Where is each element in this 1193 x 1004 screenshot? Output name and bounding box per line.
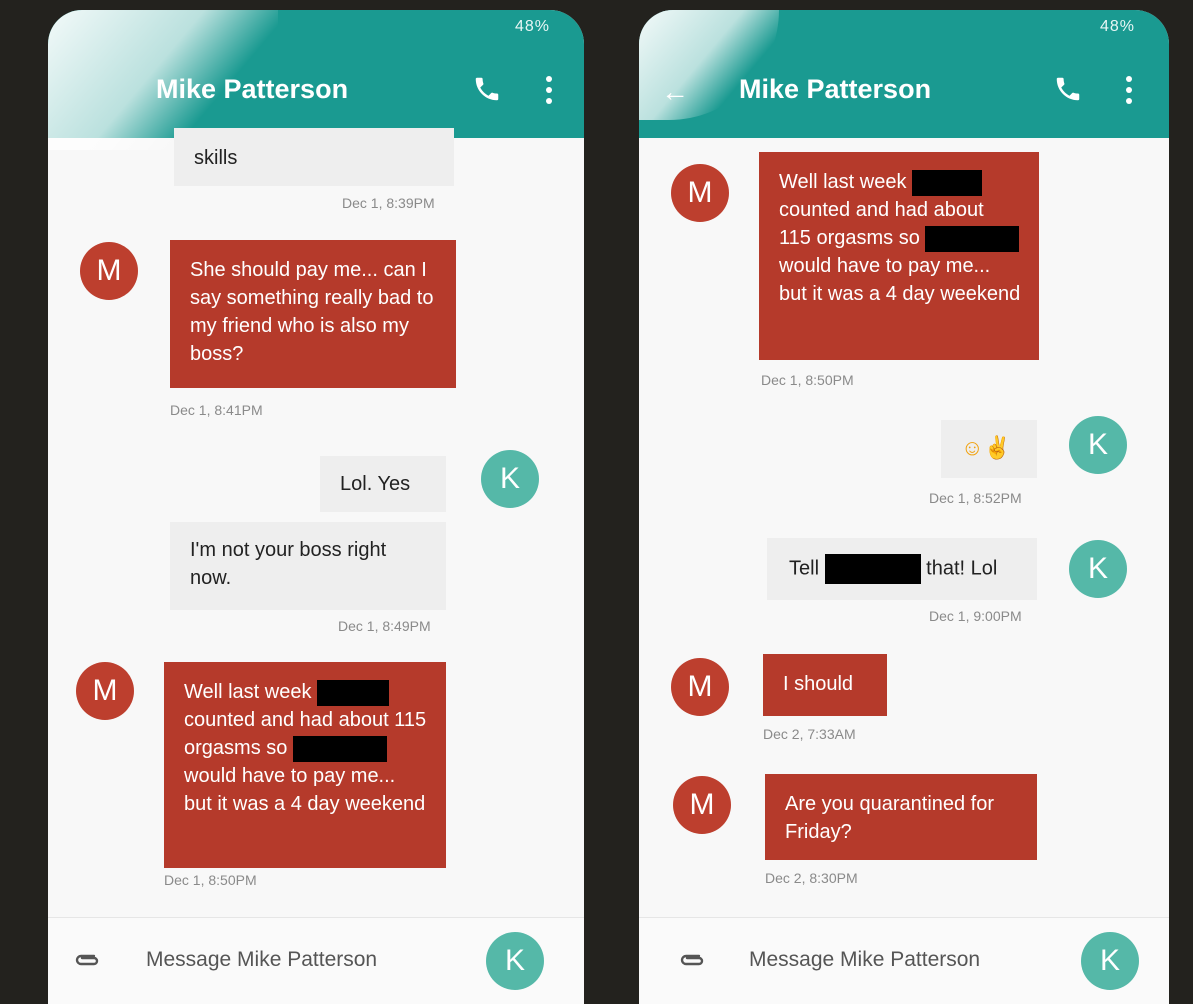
message-text: Well last week	[184, 681, 312, 703]
timestamp: Dec 1, 8:49PM	[338, 618, 431, 634]
attachment-icon[interactable]	[74, 950, 100, 970]
timestamp: Dec 1, 8:50PM	[164, 872, 257, 888]
emoji-sticker-icon: ☺✌	[961, 435, 1011, 460]
timestamp: Dec 1, 8:50PM	[761, 372, 854, 388]
send-avatar-k[interactable]: K	[486, 932, 544, 990]
message-text: I should	[783, 673, 854, 695]
message-bubble-outgoing: I'm not your boss right now.	[170, 522, 446, 610]
message-bubble-incoming: She should pay me... can I say something…	[170, 240, 456, 388]
timestamp: Dec 1, 8:52PM	[929, 490, 1022, 506]
message-text: Lol. Yes	[340, 473, 411, 495]
message-bubble-incoming: Well last week counted and had about 115…	[164, 662, 446, 868]
contact-avatar-m: M	[671, 164, 729, 222]
right-chat-screen: 48% ← Mike Patterson M Well last week co…	[639, 10, 1169, 1004]
user-avatar-k: K	[1069, 416, 1127, 474]
message-text: I'm not your boss right now.	[190, 539, 387, 589]
redaction-bar	[317, 679, 390, 706]
contact-avatar-m: M	[671, 658, 729, 716]
message-text: would have to pay me... but it was a 4 d…	[779, 255, 1021, 305]
phone-call-icon[interactable]	[1053, 74, 1083, 104]
left-chat-screen: 48% Mike Patterson skills Dec 1, 8:39PM …	[48, 10, 584, 1004]
message-bubble-outgoing: Lol. Yes	[320, 456, 446, 512]
send-avatar-k[interactable]: K	[1081, 932, 1139, 990]
more-options-icon[interactable]	[1125, 76, 1133, 104]
contact-avatar-m: M	[76, 662, 134, 720]
message-composer: Message Mike Patterson K	[639, 917, 1169, 1004]
user-avatar-k: K	[481, 450, 539, 508]
message-composer: Message Mike Patterson K	[48, 917, 584, 1004]
message-bubble-incoming: I should	[763, 654, 887, 716]
message-input[interactable]: Message Mike Patterson	[749, 948, 980, 972]
attachment-icon[interactable]	[679, 950, 705, 970]
message-bubble-outgoing: Tell that! Lol	[767, 538, 1037, 600]
battery-status: 48%	[514, 18, 550, 35]
redaction-bar	[925, 225, 1020, 252]
timestamp: Dec 2, 7:33AM	[763, 726, 856, 742]
message-text: Are you quarantined for Friday?	[785, 793, 995, 843]
message-bubble-outgoing-emoji: ☺✌	[941, 420, 1037, 478]
message-text: that! Lol	[926, 557, 998, 580]
user-avatar-k: K	[1069, 540, 1127, 598]
contact-avatar-m: M	[673, 776, 731, 834]
redaction-bar	[824, 554, 921, 584]
message-bubble-incoming: Are you quarantined for Friday?	[765, 774, 1037, 860]
left-phone-screenshot: 48% Mike Patterson skills Dec 1, 8:39PM …	[0, 0, 609, 1004]
timestamp: Dec 1, 8:41PM	[170, 402, 263, 418]
message-bubble-outgoing-partial: skills	[174, 128, 454, 186]
message-text: Tell	[789, 557, 820, 580]
contact-avatar-m: M	[80, 242, 138, 300]
message-text: She should pay me... can I say something…	[190, 259, 434, 365]
message-text: skills	[194, 147, 238, 169]
timestamp: Dec 1, 9:00PM	[929, 608, 1022, 624]
conversation-title: Mike Patterson	[739, 74, 932, 104]
message-bubble-incoming: Well last week counted and had about 115…	[759, 152, 1039, 360]
message-input[interactable]: Message Mike Patterson	[146, 948, 377, 972]
phone-call-icon[interactable]	[472, 74, 502, 104]
more-options-icon[interactable]	[545, 76, 553, 104]
redaction-bar	[912, 169, 983, 196]
redaction-bar	[292, 735, 387, 762]
battery-status: 48%	[1099, 18, 1135, 35]
message-text: Well last week	[779, 171, 907, 193]
message-text: would have to pay me... but it was a 4 d…	[184, 765, 426, 815]
right-phone-screenshot: 48% ← Mike Patterson M Well last week co…	[609, 0, 1193, 1004]
timestamp: Dec 1, 8:39PM	[342, 195, 435, 211]
timestamp: Dec 2, 8:30PM	[765, 870, 858, 886]
